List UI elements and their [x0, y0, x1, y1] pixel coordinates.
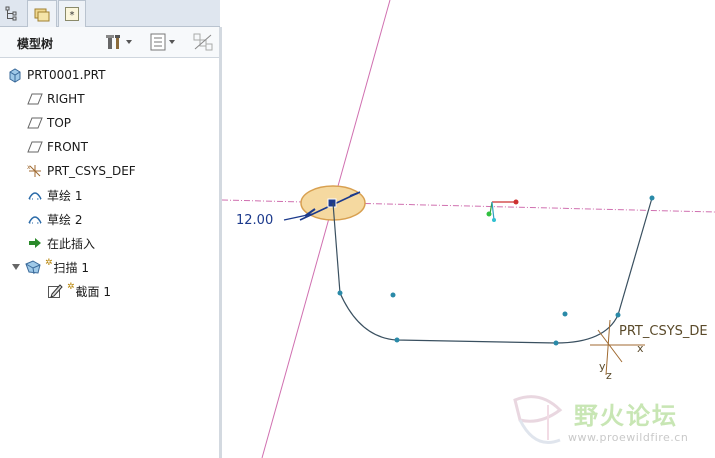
expand-triangle-icon[interactable]	[10, 259, 22, 275]
sketch-icon	[26, 187, 44, 203]
tree-item-label: RIGHT	[47, 92, 85, 106]
favorites-icon: *	[65, 7, 79, 21]
tree-item-label: 在此插入	[47, 236, 96, 251]
tab-favorites[interactable]: *	[58, 0, 86, 27]
coordinate-system-icon: x	[26, 163, 44, 179]
tree-hierarchy-icon	[5, 6, 17, 21]
csys-axis-z-label: z	[606, 369, 612, 382]
visibility-button[interactable]	[192, 31, 214, 53]
panel-title: 模型树	[17, 37, 54, 51]
section-pencil-icon	[46, 283, 64, 299]
dimension-value[interactable]: 12.00	[236, 213, 273, 228]
chevron-down-icon	[126, 40, 132, 44]
tree-item-label: FRONT	[47, 140, 88, 154]
graphics-viewport[interactable]	[222, 0, 715, 458]
tree-item-csys[interactable]: x PRT_CSYS_DEF	[26, 161, 136, 181]
tree-item-top[interactable]: TOP	[26, 113, 71, 133]
datum-plane-icon	[26, 115, 44, 131]
svg-text:x: x	[27, 164, 31, 171]
datum-plane-icon	[26, 91, 44, 107]
csys-label: PRT_CSYS_DE	[619, 324, 708, 339]
sketch-icon	[26, 211, 44, 227]
tree-item-label: 草绘 2	[47, 212, 83, 227]
tree-item-front[interactable]: FRONT	[26, 137, 88, 157]
tree-item-section-1[interactable]: ✲ 截面 1	[46, 281, 111, 301]
chevron-down-icon	[169, 40, 175, 44]
csys-axis-x-label: x	[637, 342, 644, 355]
tree-item-label: PRT0001.PRT	[27, 68, 106, 82]
tree-settings-icon	[106, 35, 120, 49]
model-tree-header: 模型树	[0, 27, 219, 58]
tree-item-right[interactable]: RIGHT	[26, 89, 85, 109]
show-filter-button[interactable]	[148, 31, 176, 53]
folder-browser-icon	[34, 8, 50, 22]
csys-axis-y-label: y	[599, 360, 606, 373]
tab-folder-browser[interactable]	[27, 0, 57, 27]
sweep-icon	[24, 259, 42, 275]
tree-item-label: 扫描 1	[53, 260, 89, 275]
new-feature-star-icon: ✲	[45, 258, 53, 268]
tree-item-label: 草绘 1	[47, 188, 83, 203]
tree-item-label: TOP	[47, 116, 72, 130]
datum-plane-icon	[26, 139, 44, 155]
tree-item-sketch-2[interactable]: 草绘 2	[26, 209, 82, 229]
tab-model-tree[interactable]	[0, 0, 24, 26]
tree-item-sketch-1[interactable]: 草绘 1	[26, 185, 82, 205]
hidden-visibility-icon	[193, 33, 213, 51]
tree-item-insert-here[interactable]: 在此插入	[26, 233, 95, 253]
tree-item-sweep-1[interactable]: ✲ 扫描 1	[10, 257, 89, 277]
tree-item-label: 截面 1	[75, 284, 111, 299]
tree-item-label: PRT_CSYS_DEF	[47, 164, 136, 178]
watermark-text: 野火论坛	[574, 402, 678, 430]
watermark-url: www.proewildfire.cn	[568, 431, 689, 444]
insert-here-arrow-icon	[26, 235, 44, 251]
navigator-tab-strip: *	[0, 0, 220, 27]
model-tree-panel: 模型树 PRT0001.PRT RIGHT TOP FRONT x PRT_CS…	[0, 27, 222, 458]
new-feature-star-icon: ✲	[67, 282, 75, 292]
tree-item-part[interactable]: PRT0001.PRT	[6, 65, 105, 85]
svg-text:*: *	[70, 10, 75, 21]
show-filter-icon	[150, 33, 166, 51]
tree-settings-button[interactable]	[105, 31, 133, 53]
part-icon	[6, 67, 24, 83]
